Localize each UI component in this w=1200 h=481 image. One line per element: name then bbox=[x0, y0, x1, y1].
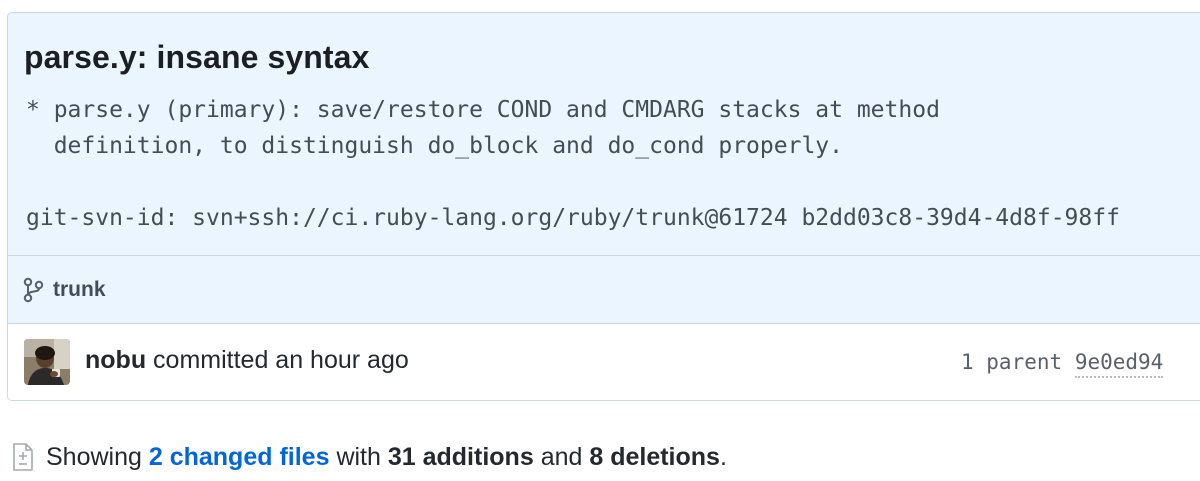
author-link[interactable]: nobu bbox=[85, 346, 146, 374]
commit-box: parse.y: insane syntax * parse.y (primar… bbox=[7, 12, 1200, 401]
changed-files-link[interactable]: 2 changed files bbox=[149, 443, 330, 472]
divider bbox=[8, 255, 1200, 256]
commit-time-text: committed an hour ago bbox=[153, 346, 409, 374]
summary-with: with bbox=[336, 442, 381, 471]
summary-period: . bbox=[719, 442, 727, 471]
commit-meta: nobu committed an hour ago 1 parent 9e0e… bbox=[8, 324, 1200, 400]
file-diff-icon bbox=[12, 442, 34, 472]
commit-header: parse.y: insane syntax * parse.y (primar… bbox=[8, 13, 1200, 324]
branch-link-trunk[interactable]: trunk bbox=[53, 278, 106, 302]
summary-and: and bbox=[540, 442, 583, 471]
commit-description: * parse.y (primary): save/restore COND a… bbox=[26, 97, 1120, 231]
parent-info: 1 parent 9e0ed94 bbox=[961, 350, 1164, 378]
avatar[interactable] bbox=[24, 339, 70, 385]
author-line: nobu committed an hour ago bbox=[85, 346, 409, 375]
diff-summary: Showing 2 changed files with 31 addition… bbox=[12, 440, 727, 474]
git-branch-icon bbox=[23, 277, 45, 303]
parent-count: 1 parent bbox=[961, 350, 1063, 374]
parent-sha-link[interactable]: 9e0ed94 bbox=[1074, 350, 1164, 378]
additions-count: 31 additions bbox=[387, 442, 534, 471]
deletions-count: 8 deletions bbox=[589, 442, 720, 471]
branch-list: trunk bbox=[23, 277, 106, 303]
summary-showing: Showing bbox=[46, 442, 142, 471]
commit-title: parse.y: insane syntax bbox=[24, 39, 370, 75]
